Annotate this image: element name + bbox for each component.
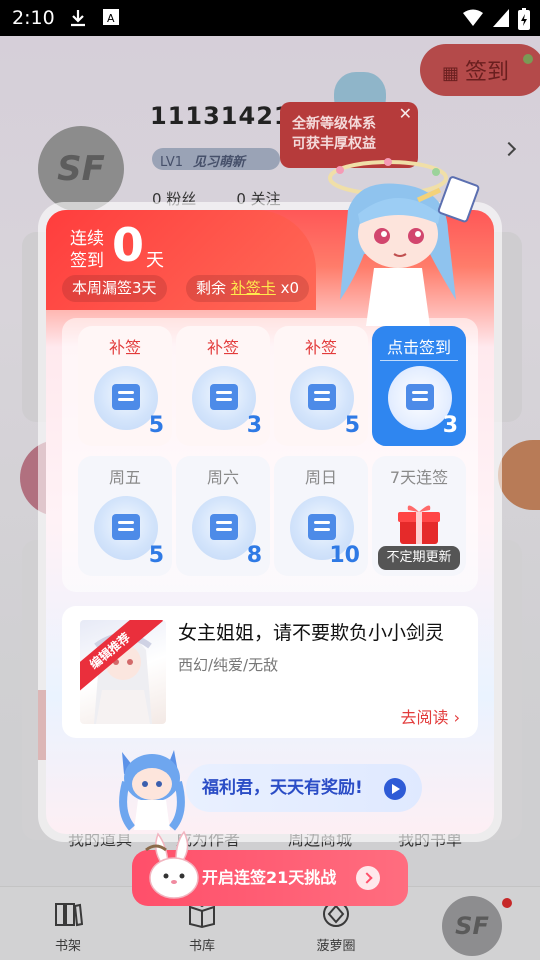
day-card-saturday[interactable]: 周六 8 <box>176 456 270 576</box>
missed-badge: 本周漏签3天 <box>62 275 167 302</box>
level-label: LV1 <box>160 155 183 170</box>
day-label: 周六 <box>206 468 239 487</box>
avatar[interactable]: SF <box>38 126 124 212</box>
signin-grid: 补签 5 补签 3 补签 5 点击签到 3 周五 5 周六 8 周日 10 7天… <box>62 318 478 592</box>
chevron-right-icon: › <box>453 708 460 727</box>
divider <box>380 360 458 361</box>
read-label: 去阅读 <box>400 708 449 727</box>
day-card-makeup-2[interactable]: 补签 3 <box>176 326 270 446</box>
signin-today-button[interactable]: 点击签到 3 <box>372 326 466 446</box>
gift-note: 不定期更新 <box>378 546 460 570</box>
nav-community-label: 菠萝圈 <box>316 939 356 954</box>
day-label: 周五 <box>108 468 141 487</box>
nav-notification-dot <box>502 898 512 908</box>
streak-count: 0 <box>112 218 145 272</box>
bunny-icon <box>145 830 199 899</box>
font-icon: A <box>103 9 119 25</box>
level-name: 见习萌新 <box>192 155 245 170</box>
day-reward-count: 10 <box>329 543 360 568</box>
makeup-card-count: x0 <box>280 279 300 297</box>
download-icon <box>71 10 85 27</box>
nav-bookshelf-label: 书架 <box>54 939 81 954</box>
read-button[interactable]: 去阅读 › <box>400 704 460 728</box>
day-card-makeup-1[interactable]: 补签 5 <box>78 326 172 446</box>
day-label: 补签 <box>206 338 239 357</box>
day-label: 点击签到 <box>386 338 451 357</box>
day-reward-count: 5 <box>148 543 164 568</box>
welfare-button[interactable]: 福利君，天天有奖励! <box>186 764 422 812</box>
book-cover-image[interactable]: 编辑推荐 <box>80 620 166 724</box>
status-bar: 2:10 A <box>0 0 540 36</box>
play-icon <box>384 778 406 800</box>
nav-bookshelf[interactable]: 书架 <box>28 887 108 960</box>
day-reward-count: 3 <box>442 413 458 438</box>
day-label: 7天连签 <box>389 468 449 487</box>
wifi-icon <box>463 9 483 26</box>
day-label: 周日 <box>304 468 337 487</box>
challenge-label: 开启连签21天挑战 <box>202 868 337 887</box>
nav-library-label: 书库 <box>188 939 215 954</box>
day-card-7day-streak[interactable]: 7天连签 不定期更新 <box>372 456 466 576</box>
signin-label: 签到 <box>465 60 510 85</box>
day-reward-count: 3 <box>246 413 262 438</box>
gift-icon <box>398 505 440 544</box>
nav-profile[interactable]: SF <box>442 896 502 956</box>
bookshelf-icon <box>55 903 83 927</box>
day-label: 补签 <box>304 338 337 357</box>
recommend-card[interactable]: 编辑推荐 女主姐姐，请不要欺负小小剑灵 西幻/纯爱/无敌 去阅读 › <box>62 606 478 738</box>
status-time: 2:10 <box>12 7 55 29</box>
welfare-mascot-image <box>119 750 185 831</box>
mascot-image <box>328 158 480 326</box>
day-reward-count: 8 <box>246 543 262 568</box>
makeup-card-badge[interactable]: 剩余 补签卡 x0 <box>186 275 310 302</box>
user-id: 11131421 <box>150 102 292 130</box>
notification-dot <box>523 54 533 64</box>
day-card-sunday[interactable]: 周日 10 <box>274 456 368 576</box>
svg-text:A: A <box>107 12 115 25</box>
signin-button[interactable]: ▦ 签到 <box>420 44 540 96</box>
book-title[interactable]: 女主姐姐，请不要欺负小小剑灵 <box>178 618 444 645</box>
day-label: 补签 <box>108 338 141 357</box>
streak-suffix: 天 <box>146 250 164 271</box>
day-card-makeup-3[interactable]: 补签 5 <box>274 326 368 446</box>
day-reward-count: 5 <box>344 413 360 438</box>
day-card-friday[interactable]: 周五 5 <box>78 456 172 576</box>
makeup-card-link[interactable]: 补签卡 <box>231 279 276 297</box>
chevron-right-icon <box>356 866 380 890</box>
level-badge[interactable]: LV1 见习萌新 <box>152 148 280 170</box>
signal-icon <box>493 9 509 27</box>
makeup-card-prefix: 剩余 <box>196 279 227 297</box>
streak-prefix: 连续签到 <box>70 229 104 271</box>
day-reward-count: 5 <box>148 413 164 438</box>
close-icon[interactable]: ✕ <box>399 104 412 124</box>
welfare-label: 福利君，天天有奖励! <box>202 778 363 798</box>
book-tags: 西幻/纯爱/无敌 <box>178 656 279 674</box>
calendar-icon: ▦ <box>442 63 460 84</box>
battery-icon <box>518 8 530 30</box>
